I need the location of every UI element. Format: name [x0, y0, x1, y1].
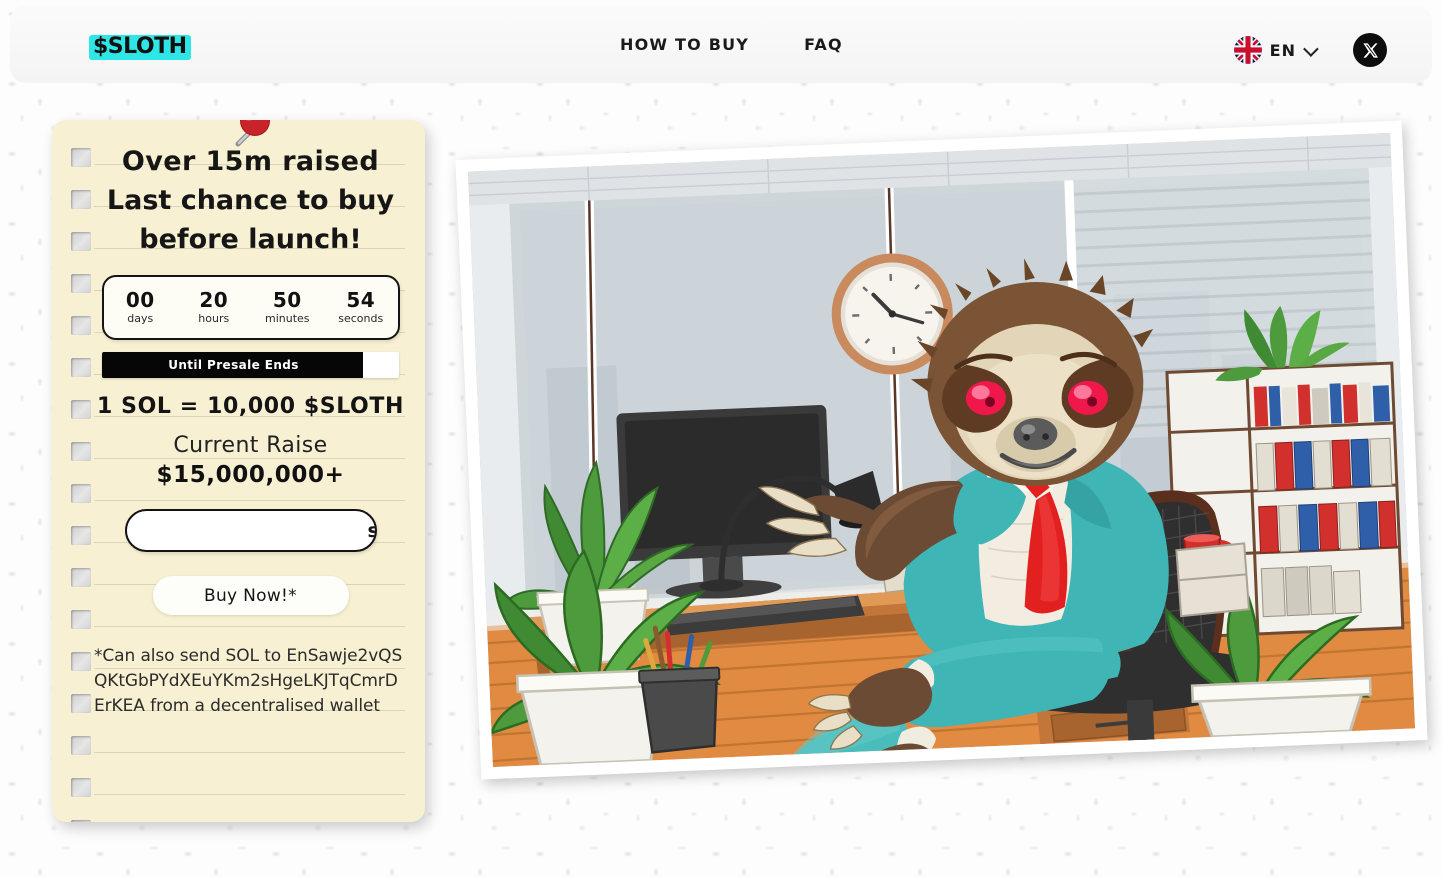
sloth-office-illustration [467, 132, 1416, 768]
current-raise-label: Current Raise [173, 433, 328, 458]
nav-item-how-to-buy[interactable]: HOW TO BUY [620, 35, 749, 54]
buy-now-button[interactable]: Buy Now!* [152, 576, 349, 615]
amount-input-row[interactable]: sol [124, 509, 377, 552]
punch-hole [71, 778, 91, 797]
x-twitter-link[interactable] [1353, 33, 1387, 67]
site-header: $SLOTH HOW TO BUY FAQ EN [10, 5, 1432, 83]
brand-logo[interactable]: $SLOTH [89, 35, 191, 60]
punch-hole [71, 526, 91, 545]
countdown-value-days: 00 [125, 287, 155, 312]
countdown-label-days: days [127, 311, 154, 325]
countdown-cell-minutes: 50 minutes [251, 289, 325, 327]
red-pushpin-icon [232, 120, 288, 154]
amount-input[interactable] [126, 511, 368, 550]
headline-line-2: Last chance to buy [106, 185, 395, 216]
punch-hole [71, 820, 91, 822]
headline-line-3: before launch! [139, 224, 362, 255]
language-code: EN [1269, 40, 1296, 60]
countdown-value-hours: 20 [199, 287, 229, 312]
current-raise-amount: $15,000,000+ [156, 462, 345, 488]
countdown-value-seconds: 54 [346, 287, 376, 312]
main-nav: HOW TO BUY FAQ [620, 35, 843, 54]
x-twitter-icon [1362, 42, 1378, 58]
token-rate: 1 SOL = 10,000 $SLOTH [97, 394, 404, 419]
chevron-down-icon [1303, 40, 1319, 57]
progress-bar-label: Until Presale Ends [168, 358, 299, 372]
uk-flag-icon [1233, 36, 1262, 64]
footnote-line-1: *Can also send SOL to [94, 646, 282, 666]
presale-headline: Over 15m raised Last chance to buy befor… [94, 142, 407, 259]
footnote-line-3: from a decentralised wallet [150, 696, 380, 716]
punch-hole [71, 190, 91, 209]
countdown-cell-hours: 20 hours [177, 289, 251, 327]
wallet-footnote: *Can also send SOL to EnSawje2vQSQKtGbPY… [94, 644, 407, 719]
punch-hole [71, 316, 91, 335]
punch-hole [71, 568, 91, 587]
presale-card: Over 15m raised Last chance to buy befor… [52, 120, 425, 822]
nav-item-faq[interactable]: FAQ [804, 35, 843, 54]
countdown-label-hours: hours [198, 311, 230, 325]
punch-hole [71, 232, 91, 251]
punch-hole [71, 484, 91, 503]
punch-hole [71, 694, 91, 713]
notepad-punch-holes [71, 148, 91, 822]
punch-hole [71, 610, 91, 629]
language-selector[interactable]: EN [1233, 36, 1319, 64]
countdown-label-minutes: minutes [264, 311, 310, 325]
amount-unit-label: sol [368, 520, 375, 542]
punch-hole [71, 148, 91, 167]
punch-hole [71, 274, 91, 293]
hero-photo-frame [455, 120, 1428, 780]
header-actions: EN [1233, 33, 1387, 67]
countdown-value-minutes: 50 [272, 287, 302, 312]
punch-hole [71, 442, 91, 461]
punch-hole [71, 736, 91, 755]
countdown-timer: 00 days 20 hours 50 minutes 54 seconds [101, 275, 400, 340]
presale-progress-bar: Until Presale Ends [102, 352, 399, 378]
punch-hole [71, 358, 91, 377]
countdown-label-seconds: seconds [338, 311, 384, 325]
countdown-cell-days: 00 days [104, 289, 178, 327]
countdown-cell-seconds: 54 seconds [324, 289, 398, 327]
punch-hole [71, 652, 91, 671]
punch-hole [71, 400, 91, 419]
